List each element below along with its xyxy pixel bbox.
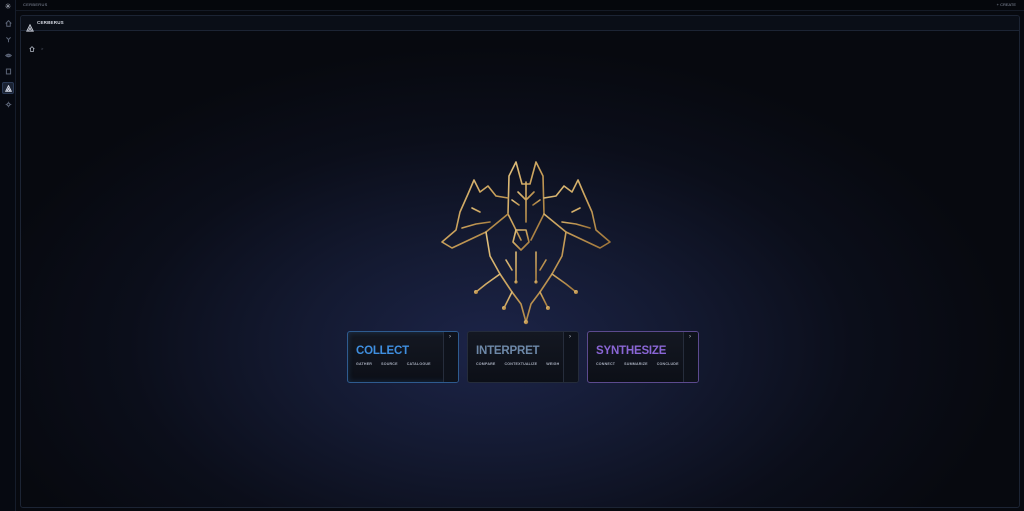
sidebar: ✳	[0, 0, 16, 511]
interpret-card[interactable]: INTERPRET COMPARE CONTEXTUALIZE WEIGH ›	[467, 331, 579, 383]
card-tag: WEIGH	[546, 362, 560, 366]
card-side-panel[interactable]: ›	[443, 332, 458, 382]
document-icon[interactable]	[2, 65, 14, 77]
main-window: CERBERUS > COLLECT GATHER SOURCE CATALOG…	[20, 15, 1020, 508]
synthesize-card[interactable]: SYNTHESIZE CONNECT SUMMARIZE CONCLUDE ›	[587, 331, 699, 383]
card-title: SYNTHESIZE	[596, 345, 667, 357]
card-tag: CONCLUDE	[656, 362, 679, 366]
card-tag: CONNECT	[596, 362, 616, 366]
app-title: CERBERUS	[23, 2, 48, 7]
app-logo-icon[interactable]: ✳	[3, 2, 13, 12]
breadcrumb: >	[29, 39, 43, 57]
create-button[interactable]: + CREATE	[997, 2, 1016, 7]
window-header: CERBERUS	[21, 16, 1019, 32]
cerberus-icon	[26, 19, 34, 32]
card-title: COLLECT	[356, 345, 409, 357]
graph-icon[interactable]	[2, 33, 14, 45]
chevron-right-icon: ›	[569, 334, 571, 340]
card-title: INTERPRET	[476, 345, 540, 357]
window-title: CERBERUS	[37, 20, 64, 25]
eye-icon[interactable]	[2, 49, 14, 61]
card-tags: GATHER SOURCE CATALOGUE	[356, 362, 431, 366]
card-tag: COMPARE	[476, 362, 496, 366]
cerberus-icon[interactable]	[2, 82, 14, 94]
collect-card[interactable]: COLLECT GATHER SOURCE CATALOGUE ›	[347, 331, 459, 383]
card-side-panel[interactable]: ›	[563, 332, 578, 382]
breadcrumb-separator: >	[41, 45, 44, 51]
settings-icon[interactable]	[2, 98, 14, 110]
card-tags: COMPARE CONTEXTUALIZE WEIGH	[476, 362, 559, 366]
top-bar: CERBERUS + CREATE	[0, 0, 1024, 11]
card-tag: GATHER	[356, 362, 373, 366]
home-icon[interactable]	[2, 17, 14, 29]
card-tag: SUMMARIZE	[624, 362, 648, 366]
stage-cards: COLLECT GATHER SOURCE CATALOGUE › INTERP…	[347, 331, 699, 383]
chevron-right-icon: ›	[689, 334, 691, 340]
home-crumb-icon[interactable]	[29, 39, 35, 57]
card-side-panel[interactable]: ›	[683, 332, 698, 382]
cerberus-emblem-logo	[441, 161, 611, 325]
card-tag: SOURCE	[381, 362, 398, 366]
card-tag: CONTEXTUALIZE	[504, 362, 538, 366]
chevron-right-icon: ›	[449, 334, 451, 340]
card-tag: CATALOGUE	[406, 362, 431, 366]
card-tags: CONNECT SUMMARIZE CONCLUDE	[596, 362, 679, 366]
